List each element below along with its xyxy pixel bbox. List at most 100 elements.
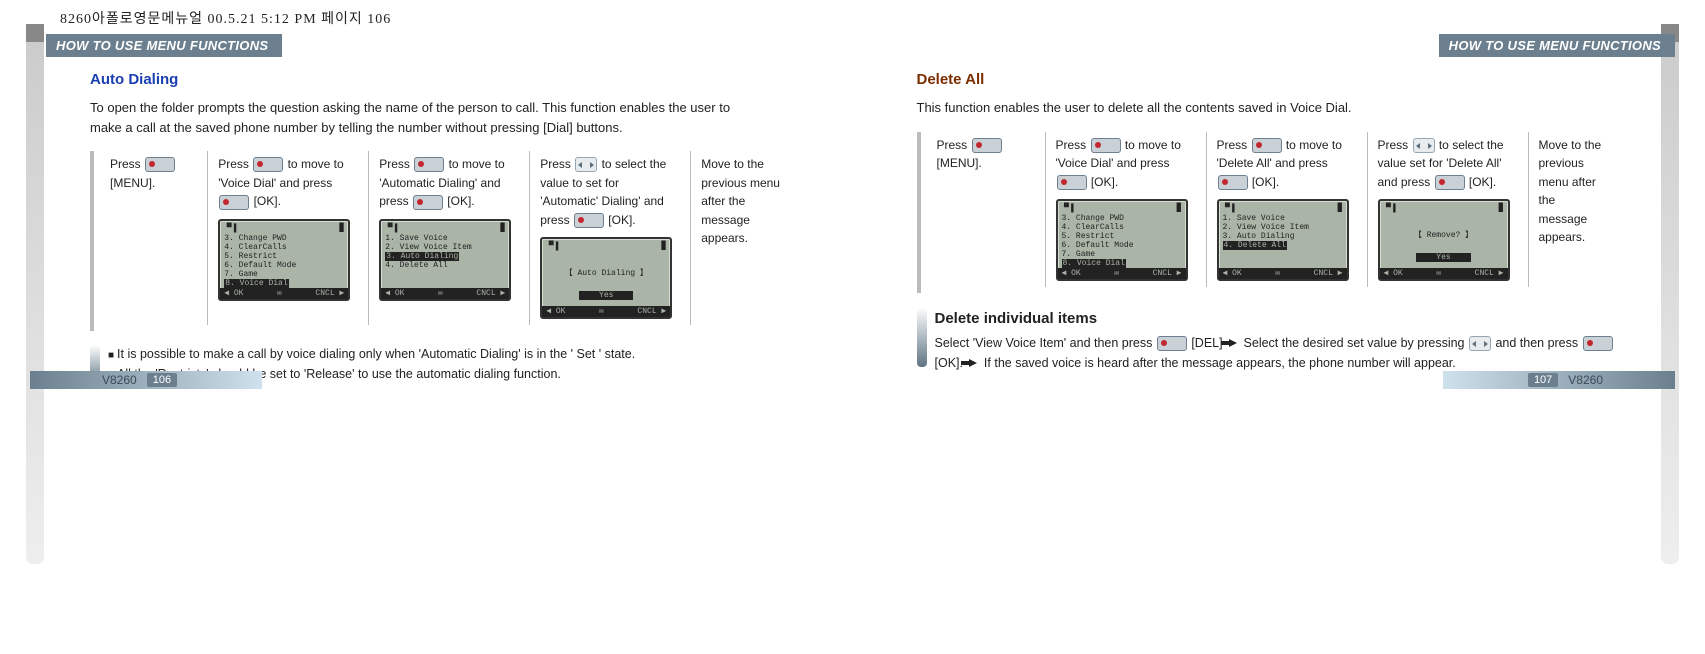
ok-key-icon <box>1435 175 1465 190</box>
lcd-screen: ▝▘▌▉ 1. Save Voice 2. View Voice Item 3.… <box>379 219 511 301</box>
step-5: Move to the previous menu after the mess… <box>1528 132 1616 288</box>
page-spread: HOW TO USE MENU FUNCTIONS Auto Dialing T… <box>0 34 1705 385</box>
ok-key-icon <box>413 195 443 210</box>
steps-row-left: Press [MENU]. Press to move to 'Voice Di… <box>90 151 789 331</box>
page-number: 106 <box>147 373 177 387</box>
menu-key-icon <box>972 138 1002 153</box>
section-ribbon-left: HOW TO USE MENU FUNCTIONS <box>46 34 282 57</box>
binding-bar-left <box>26 24 44 564</box>
updown-key-icon <box>1413 138 1435 153</box>
arrow-icon <box>969 359 977 367</box>
lcd-softkey-right: CNCL ▶ <box>476 289 505 298</box>
lcd-screen: ▝▘▌▉ 【 Remove? 】 Yes No ◀ OK✉CNCL ▶ <box>1378 199 1510 281</box>
del-key-icon <box>1157 336 1187 351</box>
step-text: Press <box>937 138 971 152</box>
ok-key-icon <box>1583 336 1613 351</box>
ok-key-icon <box>1218 175 1248 190</box>
nav-key-icon <box>414 157 444 172</box>
lcd-softkey-right: CNCL ▶ <box>637 307 666 316</box>
step-4: Press to select the value to set for 'Au… <box>529 151 680 325</box>
step-text: [OK]. <box>250 194 281 208</box>
model-label: V8260 <box>1568 373 1603 387</box>
lcd-softkey-left: ◀ OK <box>224 289 243 298</box>
lcd-status-icons: ▝▘▌▉ <box>546 242 666 251</box>
sub-text: If the saved voice is heard after the me… <box>980 356 1455 370</box>
lcd-status-icons: ▝▘▌▉ <box>1384 204 1504 213</box>
lcd-softkey-left: ◀ OK <box>546 307 565 316</box>
step-text: Press <box>540 157 574 171</box>
section-ribbon-right: HOW TO USE MENU FUNCTIONS <box>1439 34 1675 57</box>
ok-key-icon <box>219 195 249 210</box>
lcd-status-icons: ▝▘▌▉ <box>224 224 344 233</box>
step-5: Move to the previous menu after the mess… <box>690 151 788 325</box>
step-text: Press <box>1056 138 1090 152</box>
lcd-lines: 3. Change PWD 4. ClearCalls 5. Restrict … <box>1062 214 1134 259</box>
nav-key-icon <box>1091 138 1121 153</box>
step-3: Press to move to 'Automatic Dialing' and… <box>368 151 519 325</box>
page-number: 107 <box>1528 373 1558 387</box>
steps-row-right: Press [MENU]. Press to move to 'Voice Di… <box>917 132 1616 294</box>
menu-key-icon <box>145 157 175 172</box>
nav-key-icon <box>1252 138 1282 153</box>
ok-key-icon <box>574 213 604 228</box>
lcd-highlight: 3. Auto Dialing <box>385 252 459 261</box>
lcd-highlight: 8. Voice Dial <box>224 279 288 288</box>
lcd-status-icons: ▝▘▌▉ <box>385 224 505 233</box>
lcd-lines: 1. Save Voice 2. View Voice Item 3. Auto… <box>1223 214 1309 241</box>
page-footer-right: 107 V8260 <box>1443 371 1675 389</box>
lcd-softkey-right: CNCL ▶ <box>1153 269 1182 278</box>
step-4: Press to select the value set for 'Delet… <box>1367 132 1518 288</box>
lcd-softkey-right: CNCL ▶ <box>1314 269 1343 278</box>
lcd-softkey-left: ◀ OK <box>1062 269 1081 278</box>
step-text: Press <box>110 157 144 171</box>
updown-key-icon <box>575 157 597 172</box>
step-text: [MENU]. <box>110 176 155 190</box>
step-text: [OK]. <box>1466 175 1497 189</box>
step-1: Press [MENU]. <box>100 151 197 325</box>
step-text: Press <box>1378 138 1412 152</box>
ok-key-icon <box>1057 175 1087 190</box>
lcd-softkey-left: ◀ OK <box>1384 269 1403 278</box>
step-text: Press <box>379 157 413 171</box>
lcd-status-icons: ▝▘▌▉ <box>1223 204 1343 213</box>
model-label: V8260 <box>102 373 137 387</box>
arrow-icon <box>1229 339 1237 347</box>
intro-text-left: To open the folder prompts the question … <box>90 98 740 137</box>
section-title-delete-all: Delete All <box>917 71 1616 88</box>
lcd-screen: ▝▘▌▉ 1. Save Voice 2. View Voice Item 3.… <box>1217 199 1349 281</box>
right-page: HOW TO USE MENU FUNCTIONS Delete All Thi… <box>893 34 1676 385</box>
lcd-title: 【 Auto Dialing 】 <box>546 269 666 278</box>
sub-text: Select 'View Voice Item' and then press <box>935 336 1156 350</box>
lcd-softkey-left: ◀ OK <box>385 289 404 298</box>
lcd-softkey-right: CNCL ▶ <box>1475 269 1504 278</box>
lcd-screen: ▝▘▌▉ 3. Change PWD 4. ClearCalls 5. Rest… <box>218 219 350 301</box>
step-text: Press <box>218 157 252 171</box>
lcd-screen: ▝▘▌▉ 3. Change PWD 4. ClearCalls 5. Rest… <box>1056 199 1188 281</box>
lcd-highlight: 4. Delete All <box>1223 241 1287 250</box>
step-1: Press [MENU]. <box>927 132 1035 288</box>
page-footer-left: V8260 106 <box>30 371 262 389</box>
sub-text: and then press <box>1492 336 1582 350</box>
lcd-status-icons: ▝▘▌▉ <box>1062 204 1182 213</box>
note-tab-icon <box>917 307 927 367</box>
lcd-option-selected: Yes <box>579 291 633 300</box>
lcd-screen: ▝▘▌▉ 【 Auto Dialing 】 Yes No ◀ OK✉CNCL ▶ <box>540 237 672 319</box>
step-2: Press to move to 'Voice Dial' and press … <box>1045 132 1196 288</box>
step-text: [OK]. <box>605 213 636 227</box>
lcd-lines: 3. Change PWD 4. ClearCalls 5. Restrict … <box>224 234 296 279</box>
note-text: It is possible to make a call by voice d… <box>117 347 635 361</box>
binding-bar-right <box>1661 24 1679 564</box>
lcd-title: 【 Remove? 】 <box>1384 231 1504 240</box>
nav-key-icon <box>253 157 283 172</box>
left-page: HOW TO USE MENU FUNCTIONS Auto Dialing T… <box>30 34 813 385</box>
updown-key-icon <box>1469 336 1491 351</box>
subsection-title: Delete individual items <box>935 307 1616 330</box>
intro-text-right: This function enables the user to delete… <box>917 98 1567 118</box>
lcd-option-selected: Yes <box>1416 253 1470 262</box>
lcd-softkey-right: CNCL ▶ <box>315 289 344 298</box>
step-3: Press to move to 'Delete All' and press … <box>1206 132 1357 288</box>
section-title-auto-dialing: Auto Dialing <box>90 71 789 88</box>
lcd-softkey-left: ◀ OK <box>1223 269 1242 278</box>
step-text: [MENU]. <box>937 156 982 170</box>
bullet-icon: ■ <box>108 350 114 361</box>
